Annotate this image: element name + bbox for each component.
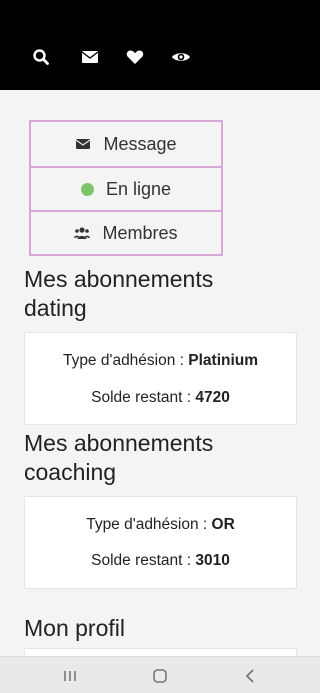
recent-apps-icon[interactable]: [60, 666, 80, 686]
balance-value: 4720: [195, 389, 230, 406]
dating-subscription-card: Type d'adhésion : Platinium Solde restan…: [24, 332, 297, 425]
side-menu: Message En ligne Membres: [29, 120, 223, 256]
users-icon: [74, 225, 91, 241]
back-icon[interactable]: [240, 666, 260, 686]
envelope-icon[interactable]: [79, 46, 101, 68]
coaching-subscriptions-title: Mes abonnements coaching: [24, 430, 214, 485]
online-status-dot: [80, 182, 94, 196]
dating-subscriptions-title: Mes abonnements dating: [24, 266, 214, 321]
menu-item-online[interactable]: En ligne: [31, 166, 221, 210]
balance-value: 3010: [195, 552, 230, 569]
menu-item-label: En ligne: [105, 178, 172, 199]
coaching-subscription-card: Type d'adhésion : OR Solde restant : 301…: [24, 496, 297, 589]
heart-icon[interactable]: [124, 46, 146, 68]
top-icon-row: [0, 46, 320, 68]
eye-icon[interactable]: [170, 46, 192, 68]
membership-type-value: OR: [211, 516, 235, 533]
envelope-icon: [75, 136, 91, 152]
profile-card: [24, 648, 297, 656]
balance-label: Solde restant :: [91, 389, 196, 406]
search-icon[interactable]: [30, 46, 52, 68]
balance-line: Solde restant : 4720: [25, 389, 296, 407]
system-navigation-bar: [0, 656, 320, 693]
membership-type-line: Type d'adhésion : Platinium: [25, 352, 296, 370]
balance-label: Solde restant :: [91, 552, 196, 569]
membership-type-value: Platinium: [188, 352, 259, 369]
home-icon[interactable]: [150, 666, 170, 686]
menu-item-members[interactable]: Membres: [31, 210, 221, 254]
menu-item-label: Message: [103, 133, 177, 154]
membership-type-line: Type d'adhésion : OR: [25, 516, 296, 534]
menu-item-message[interactable]: Message: [31, 122, 221, 166]
menu-item-label: Membres: [102, 222, 178, 243]
main-content: Message En ligne Membres Mes abonnements…: [0, 90, 320, 656]
membership-type-label: Type d'adhésion :: [86, 516, 212, 533]
balance-line: Solde restant : 3010: [25, 552, 296, 570]
top-bar: [0, 0, 320, 90]
profile-title: Mon profil: [24, 615, 125, 641]
membership-type-label: Type d'adhésion :: [62, 352, 189, 369]
